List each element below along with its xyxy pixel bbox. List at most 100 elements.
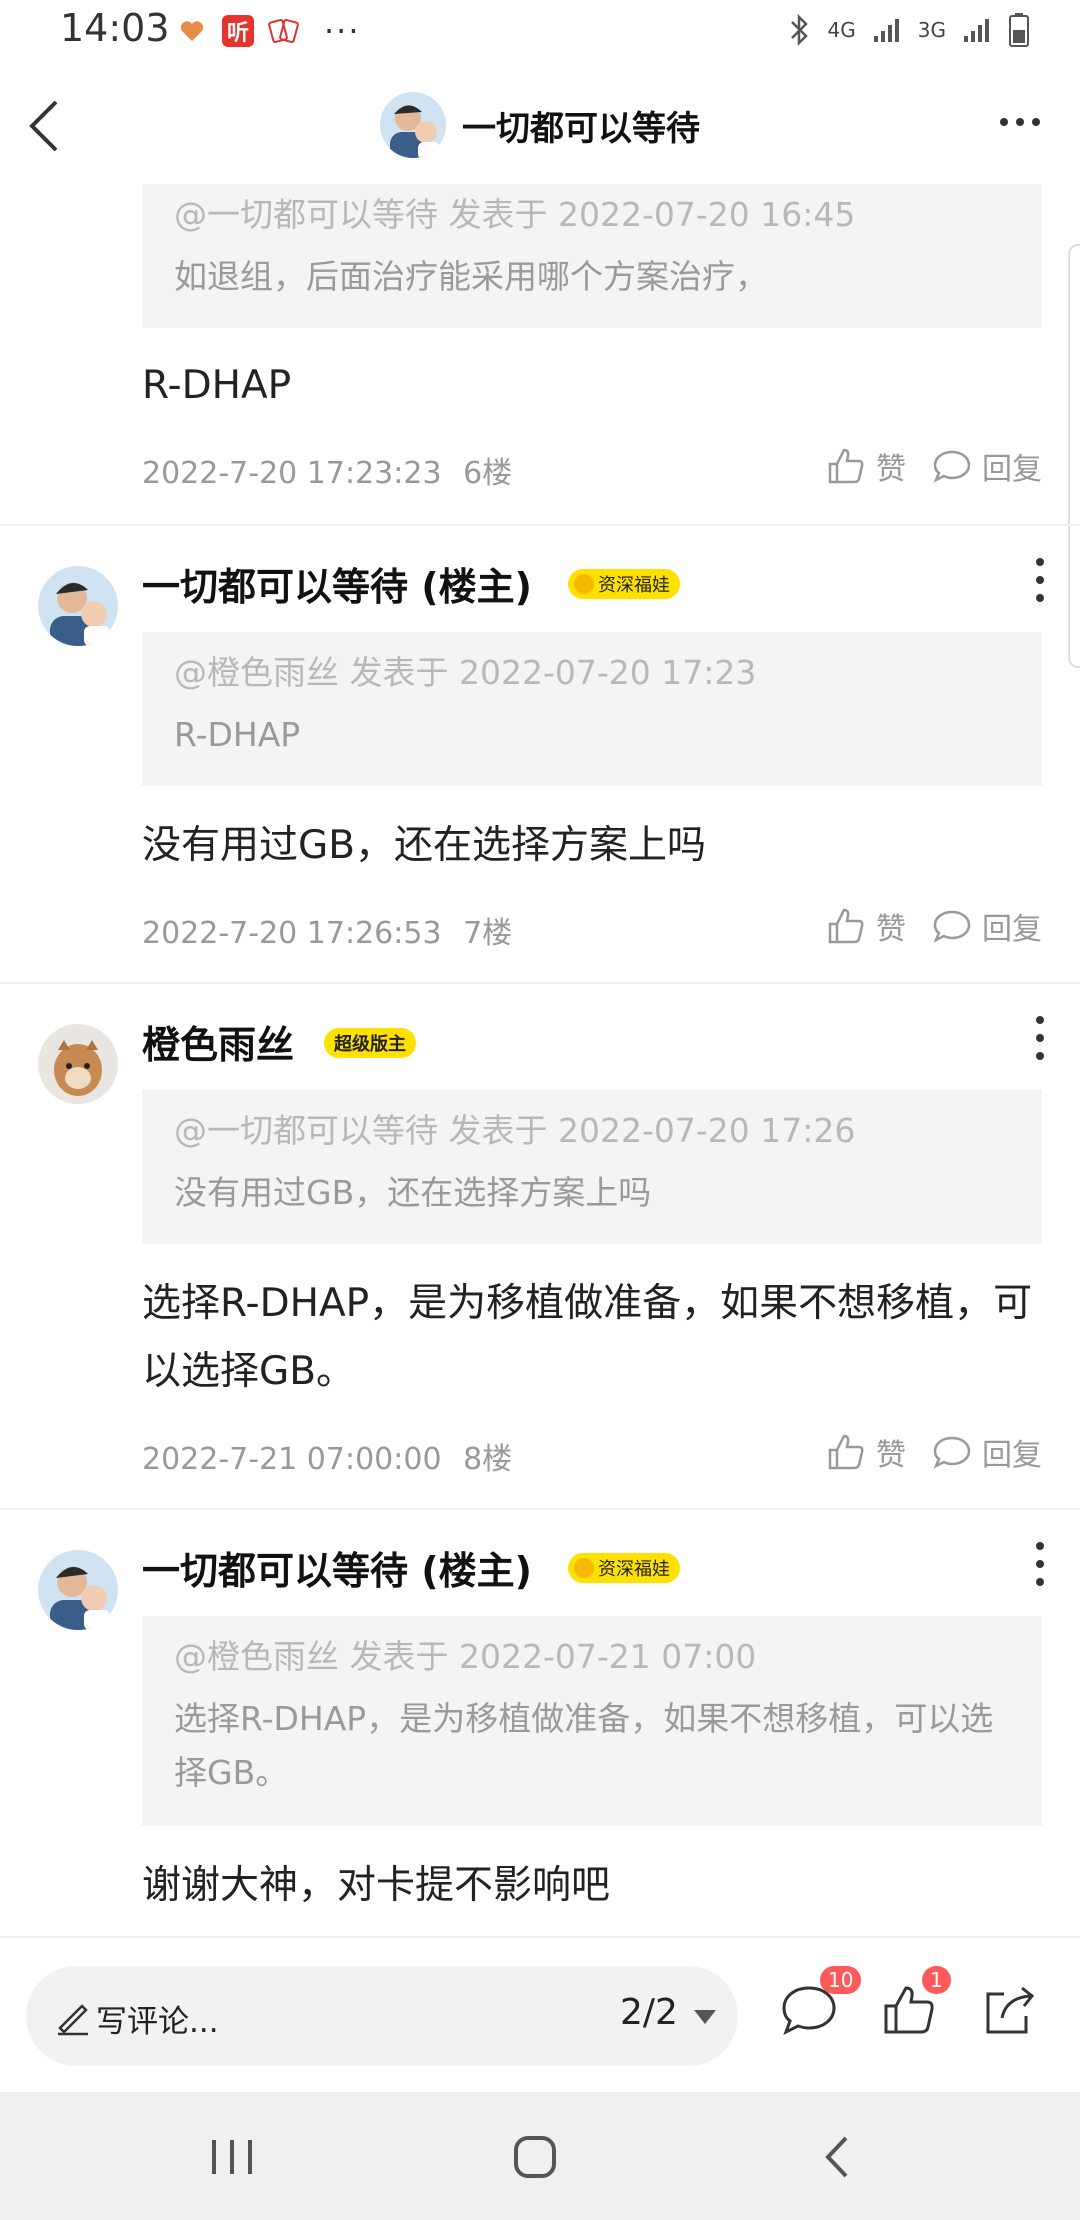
post-menu-button[interactable] [1034, 558, 1046, 602]
header-avatar[interactable] [380, 92, 446, 158]
thumbs-up-icon [828, 908, 864, 944]
post-floor: 8楼 [463, 1442, 513, 1477]
like-button[interactable]: 赞 [826, 444, 906, 488]
author-name[interactable]: 橙色雨丝 [142, 1014, 294, 1069]
post-time: 2022-7-20 17:23:23 [142, 456, 442, 491]
user-badge: 资深福娃 [568, 569, 680, 599]
post-meta: 2022-7-20 17:26:53 7楼 [142, 908, 512, 952]
post-divider [0, 982, 1080, 984]
post-divider [0, 1508, 1080, 1510]
home-icon [514, 2136, 556, 2178]
page-indicator[interactable]: 2/2 [620, 1992, 678, 2033]
thumbs-up-icon [828, 1434, 864, 1470]
post-actions: 赞 回复 [826, 1430, 1042, 1474]
signal-icon-2 [964, 19, 989, 42]
back-button[interactable] [18, 94, 78, 154]
more-notifications-icon: ··· [324, 12, 361, 50]
post-content: R-DHAP [142, 363, 292, 408]
badge-icon [574, 574, 594, 594]
status-time: 14:03 [60, 6, 170, 50]
post-floor: 7楼 [463, 916, 513, 951]
bottom-action-bar: 写评论... 2/2 10 1 [0, 1936, 1080, 2094]
user-badge: 超级版主 [324, 1028, 416, 1058]
quote-block: @一切都可以等待 发表于 2022-07-20 16:45 如退组，后面治疗能采… [142, 184, 1042, 328]
author-name[interactable]: 一切都可以等待 (楼主) [142, 1540, 532, 1595]
avatar[interactable] [38, 1550, 118, 1630]
comment-icon [933, 450, 971, 483]
pencil-icon [58, 2004, 88, 2036]
author-name[interactable]: 一切都可以等待 (楼主) [142, 556, 532, 611]
comment-input[interactable]: 写评论... 2/2 [26, 1966, 738, 2066]
quote-meta: @一切都可以等待 发表于 2022-07-20 17:26 [174, 1111, 856, 1150]
status-bar: 14:03 听 ··· 4G 3G [0, 0, 1080, 64]
post-menu-button[interactable] [1034, 1016, 1046, 1060]
post-actions: 赞 回复 [826, 904, 1042, 948]
home-button[interactable] [506, 2132, 566, 2182]
quote-block: @橙色雨丝 发表于 2022-07-21 07:00 选择R-DHAP，是为移植… [142, 1616, 1042, 1826]
post-time: 2022-7-21 07:00:00 [142, 1442, 442, 1477]
system-back-button[interactable] [810, 2132, 870, 2182]
avatar[interactable] [38, 1024, 118, 1104]
quote-block: @橙色雨丝 发表于 2022-07-20 17:23 R-DHAP [142, 632, 1042, 786]
post-floor: 6楼 [463, 456, 513, 491]
post-content: 选择R-DHAP，是为移植做准备，如果不想移植，可以选择GB。 [142, 1281, 1033, 1394]
recent-apps-button[interactable] [204, 2132, 264, 2182]
quote-block: @一切都可以等待 发表于 2022-07-20 17:26 没有用过GB，还在选… [142, 1090, 1042, 1244]
system-icons: 4G 3G [788, 12, 1030, 48]
reply-label: 回复 [982, 1438, 1042, 1473]
header-title: 一切都可以等待 [462, 108, 700, 149]
badge-label: 资深福娃 [598, 575, 670, 596]
comment-count-badge: 10 [820, 1966, 862, 1994]
quote-meta: @一切都可以等待 发表于 2022-07-20 16:45 [174, 195, 856, 234]
like-label: 赞 [876, 452, 906, 487]
like-label: 赞 [876, 912, 906, 947]
quote-text: 选择R-DHAP，是为移植做准备，如果不想移植，可以选择GB。 [174, 1699, 994, 1792]
comment-icon [933, 1436, 971, 1469]
scroll-indicator [1068, 244, 1080, 668]
post-divider [0, 524, 1080, 526]
health-heart-icon [176, 15, 208, 47]
post-menu-button[interactable] [1034, 1542, 1046, 1586]
net-3g-label: 3G [917, 18, 946, 42]
post-content: 没有用过GB，还在选择方案上吗 [142, 823, 706, 868]
signal-icon-1 [873, 19, 899, 42]
back-arrow-icon [29, 100, 58, 152]
quote-meta: @橙色雨丝 发表于 2022-07-20 17:23 [174, 653, 757, 692]
reply-button[interactable]: 回复 [932, 444, 1042, 488]
post-meta: 2022-7-21 07:00:00 8楼 [142, 1434, 512, 1478]
like-button[interactable]: 赞 [826, 904, 906, 948]
thumbs-up-icon [828, 448, 864, 484]
reply-button[interactable]: 回复 [932, 904, 1042, 948]
comment-icon [933, 910, 971, 943]
post-actions: 赞 回复 [826, 444, 1042, 488]
badge-label: 资深福娃 [598, 1559, 670, 1580]
like-button[interactable]: 赞 [826, 1430, 906, 1474]
reply-label: 回复 [982, 912, 1042, 947]
post-content: 谢谢大神，对卡提不影响吧 [142, 1863, 611, 1908]
share-button[interactable] [980, 1982, 1038, 2040]
bluetooth-icon [790, 13, 808, 47]
notification-icons: 听 ··· [176, 12, 361, 50]
badge-icon [574, 1558, 594, 1578]
post-time: 2022-7-20 17:26:53 [142, 916, 442, 951]
cards-app-icon [268, 15, 300, 47]
user-badge: 资深福娃 [568, 1553, 680, 1583]
battery-icon [1009, 13, 1029, 47]
like-label: 赞 [876, 1438, 906, 1473]
header-user[interactable]: 一切都可以等待 [380, 92, 700, 158]
badge-label: 超级版主 [334, 1034, 406, 1055]
more-options-button[interactable] [990, 102, 1050, 142]
recent-apps-icon [212, 2140, 252, 2174]
quote-meta: @橙色雨丝 发表于 2022-07-21 07:00 [174, 1637, 757, 1676]
quote-text: 如退组，后面治疗能采用哪个方案治疗， [174, 257, 768, 296]
back-chevron-icon [825, 2136, 848, 2178]
quote-text: 没有用过GB，还在选择方案上吗 [174, 1173, 652, 1212]
reply-button[interactable]: 回复 [932, 1430, 1042, 1474]
listen-app-icon: 听 [222, 15, 254, 47]
comment-placeholder: 写评论... [96, 2004, 219, 2040]
quote-text: R-DHAP [174, 715, 301, 754]
avatar[interactable] [38, 566, 118, 646]
page-dropdown-icon[interactable] [694, 2010, 716, 2024]
reply-label: 回复 [982, 452, 1042, 487]
net-4g-label: 4G [827, 18, 856, 42]
